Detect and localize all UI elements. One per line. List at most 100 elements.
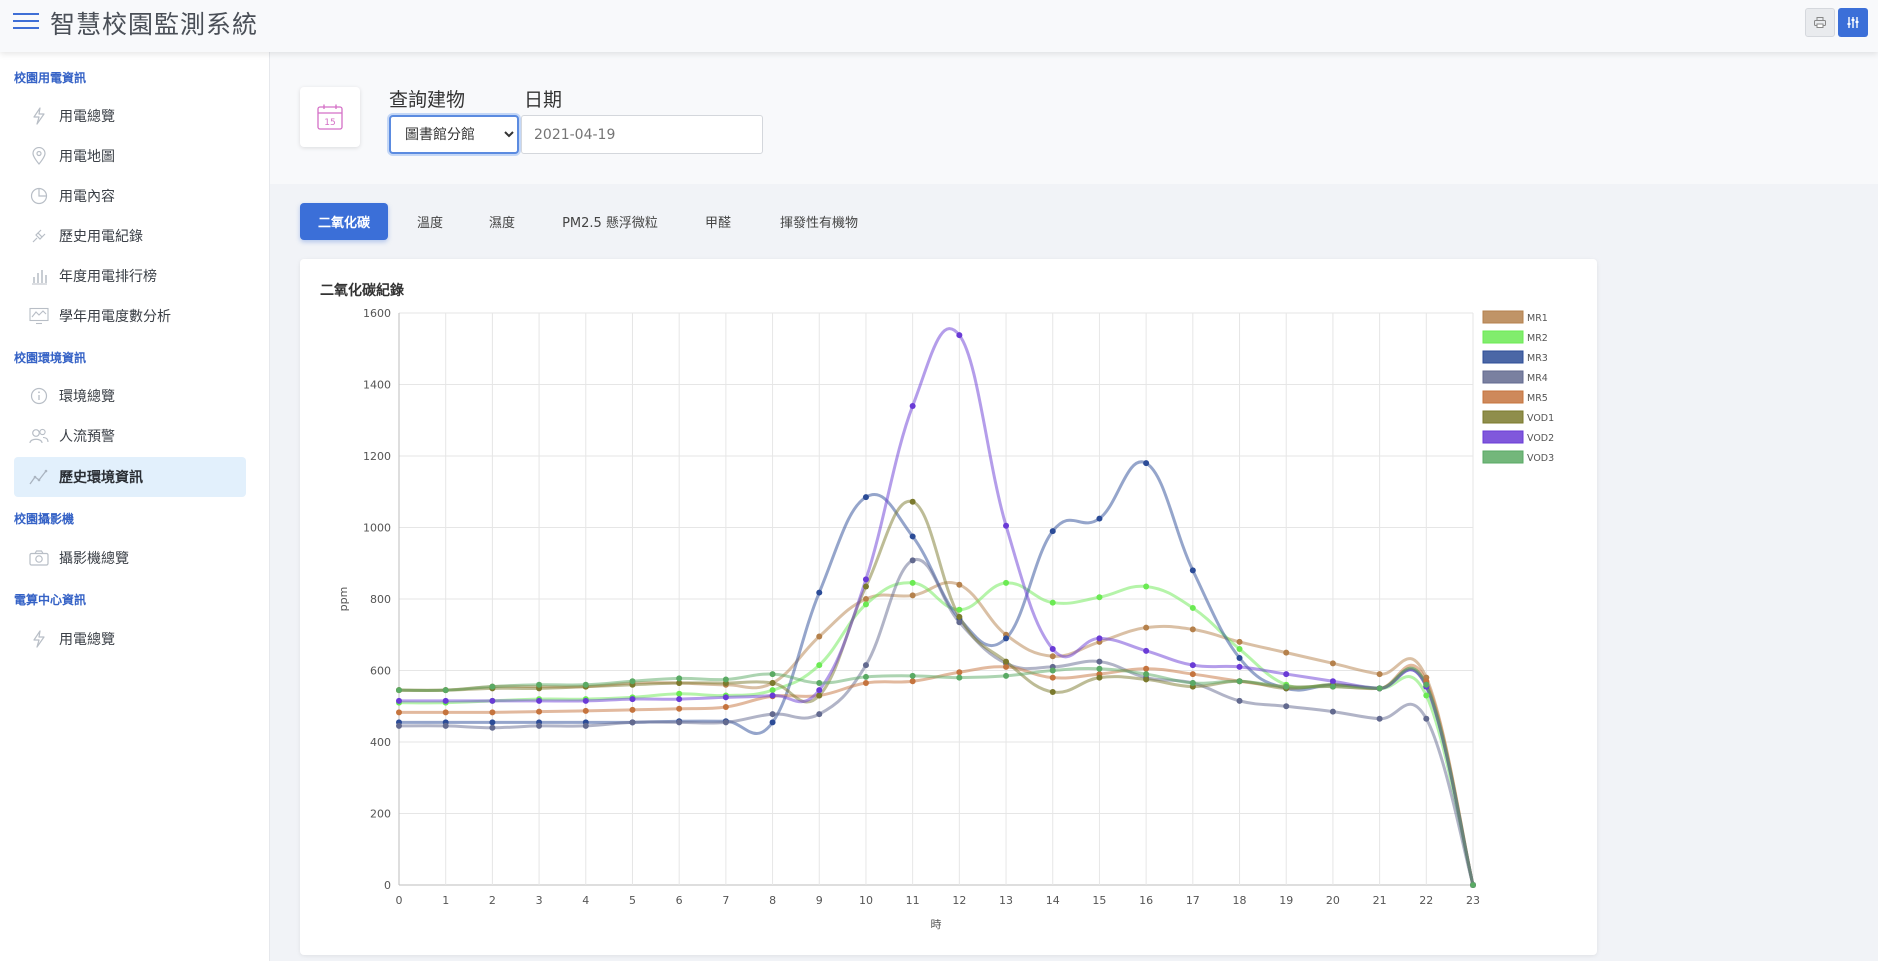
x-tick-label: 11 (906, 894, 920, 907)
x-tick-label: 9 (816, 894, 823, 907)
data-point-vod3 (442, 687, 449, 694)
legend-label-mr2: MR2 (1527, 333, 1548, 344)
data-point-vod2 (862, 576, 869, 583)
data-point-vod1 (1003, 658, 1010, 665)
sidebar-item-power-overview[interactable]: 用電總覽 (14, 96, 246, 136)
lightning-icon (24, 107, 54, 125)
sidebar-item-label: 用電地圖 (59, 149, 115, 165)
data-point-vod3 (956, 674, 963, 681)
data-point-vod1 (1143, 676, 1150, 683)
data-point-vod3 (1143, 671, 1150, 678)
data-point-mr4 (1329, 708, 1336, 715)
series-line-vod2 (398, 327, 1475, 886)
building-label: 查詢建物 (389, 89, 466, 111)
data-point-mr5 (722, 703, 729, 710)
building-select[interactable]: 圖書館分館 (389, 115, 519, 154)
data-point-mr3 (1049, 528, 1056, 535)
x-tick-label: 6 (676, 894, 683, 907)
data-point-vod2 (582, 697, 589, 704)
hamburger-icon[interactable] (13, 11, 39, 31)
data-point-vod3 (1189, 680, 1196, 687)
sidebar-item-power-map[interactable]: 用電地圖 (14, 136, 246, 176)
sidebar-item-computer-center-power[interactable]: 用電總覽 (14, 619, 246, 659)
legend-swatch-mr5 (1482, 390, 1524, 404)
data-point-mr2 (1003, 579, 1010, 586)
x-tick-label: 17 (1186, 894, 1200, 907)
tab-formaldehyde[interactable]: 甲醛 (688, 203, 748, 240)
sidebar-item-power-analysis[interactable]: 學年用電度數分析 (14, 296, 246, 336)
data-point-mr3 (489, 719, 496, 726)
data-point-mr2 (1096, 594, 1103, 601)
data-point-mr3 (769, 719, 776, 726)
sliders-icon (1847, 17, 1859, 28)
data-point-vod3 (1096, 665, 1103, 672)
y-tick-label: 1400 (363, 379, 391, 392)
y-tick-label: 0 (384, 879, 391, 892)
data-point-mr2 (676, 690, 683, 697)
data-point-mr1 (1283, 649, 1290, 656)
plug-icon (24, 227, 54, 245)
data-point-mr4 (956, 619, 963, 626)
data-point-mr5 (1143, 665, 1150, 672)
data-point-mr5 (442, 709, 449, 716)
map-pin-icon (24, 147, 54, 165)
data-point-mr4 (722, 719, 729, 726)
x-tick-label: 5 (629, 894, 636, 907)
data-point-mr5 (1003, 663, 1010, 670)
sidebar-item-label: 環境總覽 (59, 389, 115, 405)
legend-swatch-vod2 (1482, 430, 1524, 444)
data-point-vod2 (536, 697, 543, 704)
data-point-vod2 (769, 692, 776, 699)
x-tick-label: 12 (952, 894, 966, 907)
legend-swatch-vod3 (1482, 450, 1524, 464)
data-point-mr1 (1143, 624, 1150, 631)
sidebar-item-environment-overview[interactable]: 環境總覽 (14, 376, 246, 416)
data-point-vod2 (1143, 647, 1150, 654)
data-point-mr1 (1376, 671, 1383, 678)
y-tick-label: 800 (370, 593, 391, 606)
tab-voc[interactable]: 揮發性有機物 (765, 203, 873, 240)
printer-button[interactable] (1805, 8, 1835, 37)
y-axis-label: ppm (337, 587, 350, 612)
data-point-mr4 (536, 722, 543, 729)
sidebar-item-crowd-warning[interactable]: 人流預警 (14, 416, 246, 456)
query-panel: 15 查詢建物 日期 圖書館分館 (270, 52, 1878, 184)
y-tick-label: 600 (370, 665, 391, 678)
sidebar-item-camera-overview[interactable]: 攝影機總覽 (14, 538, 246, 578)
data-point-mr4 (442, 722, 449, 729)
sidebar-item-label: 用電總覽 (59, 632, 115, 648)
tab-temperature[interactable]: 溫度 (400, 203, 460, 240)
data-point-vod2 (956, 332, 963, 339)
sidebar-item-label: 學年用電度數分析 (59, 309, 171, 325)
y-tick-label: 1600 (363, 307, 391, 320)
data-point-mr5 (396, 709, 402, 716)
sidebar-item-environment-history[interactable]: 歷史環境資訊 (14, 457, 246, 497)
data-point-mr3 (1143, 460, 1150, 467)
data-point-mr5 (862, 680, 869, 687)
legend-swatch-mr1 (1482, 310, 1524, 324)
legend-label-mr4: MR4 (1527, 373, 1548, 384)
x-tick-label: 7 (722, 894, 729, 907)
x-tick-label: 23 (1466, 894, 1480, 907)
tab-pm25[interactable]: PM2.5 懸浮微粒 (549, 203, 671, 240)
date-input[interactable] (521, 115, 763, 154)
tab-humidity[interactable]: 濕度 (472, 203, 532, 240)
data-point-mr3 (1189, 567, 1196, 574)
data-point-vod3 (909, 672, 916, 679)
sidebar-item-power-ranking[interactable]: 年度用電排行榜 (14, 256, 246, 296)
tab-co2[interactable]: 二氧化碳 (300, 203, 388, 240)
sidebar-item-power-content[interactable]: 用電內容 (14, 176, 246, 216)
data-point-mr4 (862, 662, 869, 669)
data-point-vod1 (1049, 688, 1056, 695)
data-point-vod1 (909, 498, 916, 505)
info-icon (24, 387, 54, 405)
sidebar-item-power-history[interactable]: 歷史用電紀錄 (14, 216, 246, 256)
settings-button[interactable] (1838, 8, 1868, 37)
data-point-mr5 (582, 707, 589, 714)
data-point-vod3 (536, 681, 543, 688)
data-point-mr2 (1423, 692, 1430, 699)
data-point-mr4 (1096, 658, 1103, 665)
sidebar-item-label: 人流預警 (59, 429, 115, 445)
legend-label-mr5: MR5 (1527, 393, 1548, 404)
data-point-mr2 (769, 687, 776, 694)
